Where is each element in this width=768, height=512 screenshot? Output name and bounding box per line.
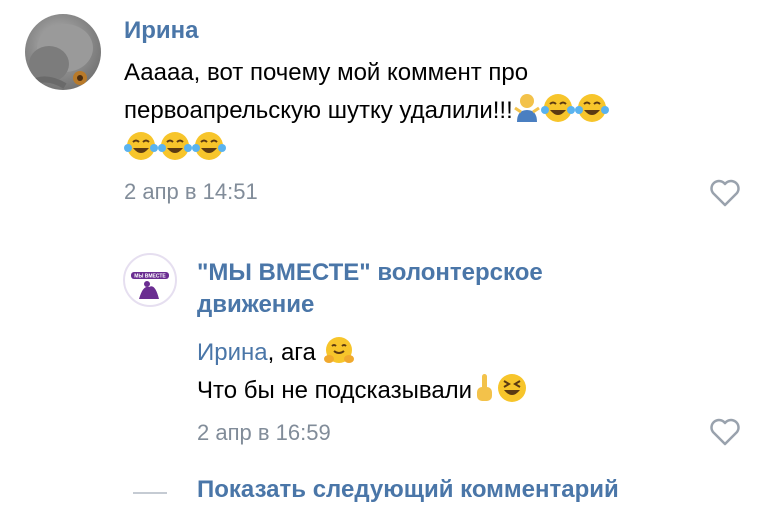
reply-date[interactable]: 2 апр в 16:59 (197, 420, 331, 446)
avatar-my-vmeste[interactable]: МЫ ВМЕСТЕ (123, 253, 177, 307)
reply-author-line2: движение (197, 291, 315, 318)
crying-laughing-emoji-icon (124, 132, 158, 160)
heart-icon[interactable] (709, 179, 741, 207)
avatar-irina[interactable] (25, 14, 101, 90)
reply-text-line1: Ирина, ага (197, 334, 528, 372)
crying-laughing-emoji-icon (540, 94, 575, 122)
crying-laughing-emoji-icon (574, 94, 609, 122)
reply-text: Ирина, ага Что бы не подсказывали (197, 334, 528, 410)
grinning-squint-emoji-icon (498, 374, 527, 402)
thread-connector-line (133, 492, 167, 494)
comment-author[interactable]: Ирина (124, 16, 199, 46)
comment-text-line2-text: первоапрельскую шутку удалили!!! (124, 97, 513, 124)
reply-author-line1: "МЫ ВМЕСТЕ" волонтерское (197, 259, 543, 286)
comment-text-line1: Ааааа, вот почему мой коммент про (124, 59, 529, 86)
comment-date[interactable]: 2 апр в 14:51 (124, 179, 258, 205)
comment-text: Ааааа, вот почему мой коммент про первоа… (124, 54, 609, 168)
comment-text-line2: первоапрельскую шутку удалили!!! (124, 92, 609, 130)
crying-laughing-emoji-icon (158, 132, 192, 160)
reply-mention-link[interactable]: Ирина (197, 339, 268, 366)
org-logo-text: МЫ ВМЕСТЕ (134, 274, 166, 280)
comment-text-line3 (124, 130, 609, 168)
person-shrug-emoji-icon (513, 94, 540, 122)
reply-text-line1-suffix: , ага (267, 339, 316, 366)
reply-text-line2: Что бы не подсказывали (197, 372, 528, 410)
cat-avatar-icon (28, 24, 93, 89)
show-next-comment-link[interactable]: Показать следующий комментарий (197, 476, 619, 504)
reply-text-line2-text: Что бы не подсказывали (197, 377, 473, 404)
org-logo-avatar-icon: МЫ ВМЕСТЕ (126, 256, 174, 304)
hugging-emoji-icon (323, 337, 354, 363)
heart-icon[interactable] (709, 418, 741, 446)
reply-author[interactable]: "МЫ ВМЕСТЕ" волонтерское движение (197, 257, 543, 321)
pointing-up-emoji-icon (477, 374, 493, 401)
crying-laughing-emoji-icon (192, 132, 226, 160)
